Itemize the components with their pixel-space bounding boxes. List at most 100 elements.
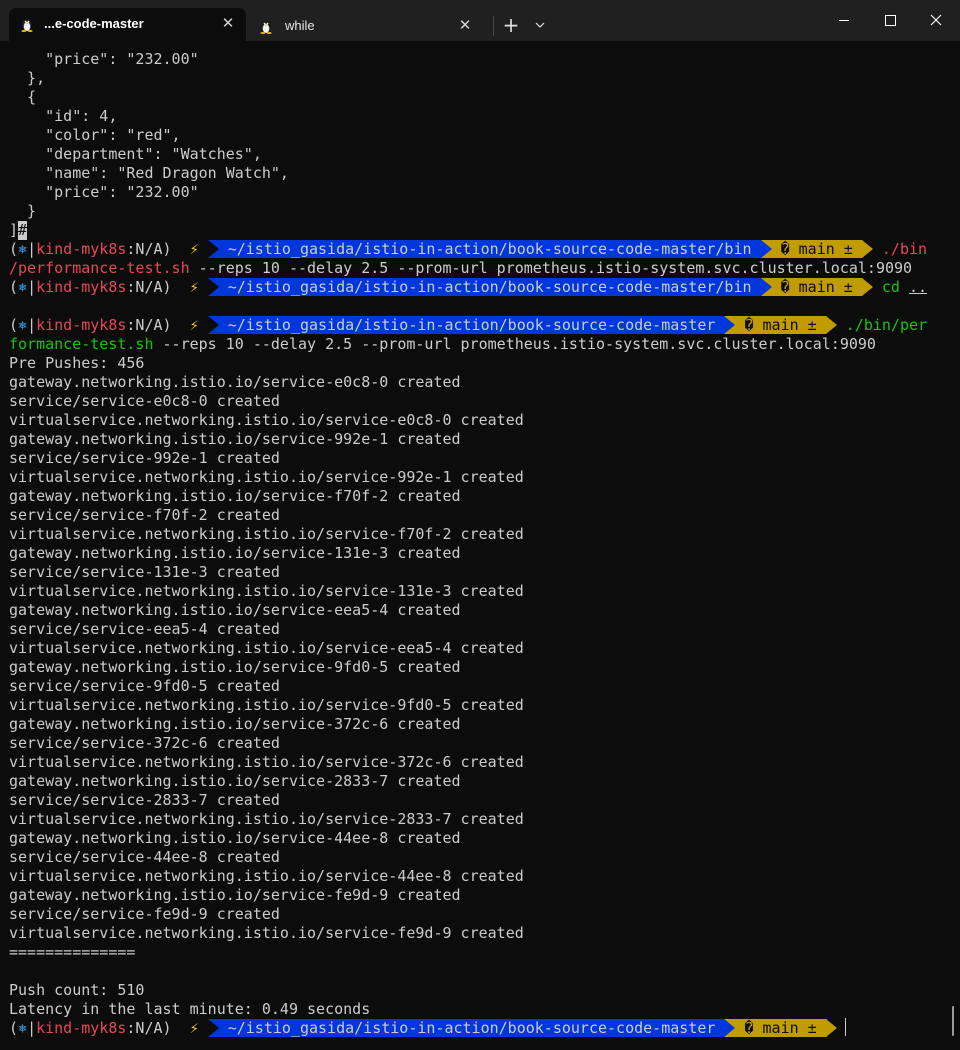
output-line: ============== [9, 943, 136, 961]
k8s-context: kind-myk8s [36, 1019, 127, 1037]
maximize-button[interactable] [867, 0, 913, 41]
command-text: cd [881, 278, 900, 296]
powerline-separator [207, 1019, 219, 1037]
lightning-icon: ⚡ [189, 316, 199, 334]
output-line: service/service-f70f-2 created [9, 506, 280, 524]
block-cursor: # [18, 221, 28, 240]
json-bracket: ] [9, 221, 19, 239]
json-line: ]# [9, 221, 28, 240]
git-branch: � main ± [735, 316, 826, 334]
command-args: .. [908, 278, 928, 296]
prompt-paren: ) [162, 316, 172, 334]
prompt-paren: ) [162, 240, 172, 258]
output-line: gateway.networking.istio.io/service-9fd0… [9, 658, 461, 676]
command-text: /performance-test.sh [9, 259, 190, 277]
k8s-context: kind-myk8s [36, 278, 127, 296]
output-line: virtualservice.networking.istio.io/servi… [9, 525, 524, 543]
prompt-line: (⎈|kind-myk8s:N/A) ⚡ ~/istio_gasida/isti… [9, 316, 928, 334]
chevron-down-icon [535, 22, 545, 28]
output-line: gateway.networking.istio.io/service-992e… [9, 430, 461, 448]
prompt-line: (⎈|kind-myk8s:N/A) ⚡ ~/istio_gasida/isti… [9, 1019, 837, 1038]
output-line: Latency in the last minute: 0.49 seconds [9, 1000, 371, 1018]
lightning-icon: ⚡ [189, 278, 199, 296]
json-line: "color": "red", [9, 126, 181, 144]
powerline-separator [724, 1019, 736, 1037]
json-line: { [9, 88, 37, 106]
maximize-icon [885, 15, 896, 26]
k8s-namespace: :N/A [126, 278, 163, 296]
json-line: "department": "Watches", [9, 145, 262, 163]
command-line: formance-test.sh --reps 10 --delay 2.5 -… [9, 335, 876, 354]
output-line: service/service-44ee-8 created [9, 848, 280, 866]
output-line: gateway.networking.istio.io/service-44ee… [9, 829, 461, 847]
powerline-separator [207, 316, 219, 334]
output-line: service/service-9fd0-5 created [9, 677, 280, 695]
text-cursor [845, 1018, 846, 1036]
output-line: service/service-131e-3 created [9, 563, 280, 581]
command-args: --reps 10 --delay 2.5 --prom-url prometh… [153, 335, 876, 353]
lightning-icon: ⚡ [189, 240, 199, 258]
output-line: gateway.networking.istio.io/service-372c… [9, 715, 461, 733]
command-text: ./bin/per [845, 316, 928, 334]
tab-dropdown-button[interactable] [529, 13, 551, 37]
kubernetes-icon: ⎈ [18, 316, 28, 334]
tab-close-icon[interactable]: ✕ [220, 16, 236, 32]
json-line: "price": "232.00" [9, 183, 199, 201]
output-line: service/service-372c-6 created [9, 734, 280, 752]
command-text: ./bin [881, 240, 928, 258]
close-window-button[interactable] [913, 0, 959, 41]
output-line: virtualservice.networking.istio.io/servi… [9, 696, 524, 714]
title-bar: ...e-code-master ✕ while ✕ + [0, 0, 960, 41]
output-line: service/service-2833-7 created [9, 791, 280, 809]
output-line: service/service-e0c8-0 created [9, 392, 280, 410]
kubernetes-icon: ⎈ [18, 278, 28, 296]
output-line: gateway.networking.istio.io/service-fe9d… [9, 886, 461, 904]
output-line: gateway.networking.istio.io/service-2833… [9, 772, 461, 790]
output-line: gateway.networking.istio.io/service-f70f… [9, 487, 461, 505]
close-icon [930, 14, 942, 26]
k8s-namespace: :N/A [126, 316, 163, 334]
prompt-path: ~/istio_gasida/istio-in-action/book-sour… [218, 316, 725, 334]
prompt-paren: ( [9, 1019, 19, 1037]
powerline-separator [861, 240, 873, 258]
terminal-output[interactable]: "price": "232.00" }, { "id": 4, "color":… [0, 41, 960, 1050]
output-line: gateway.networking.istio.io/service-e0c8… [9, 373, 461, 391]
k8s-context: kind-myk8s [36, 240, 127, 258]
tab-while[interactable]: while ✕ [249, 8, 483, 41]
output-line: service/service-992e-1 created [9, 449, 280, 467]
lightning-icon: ⚡ [189, 1019, 199, 1037]
output-line: gateway.networking.istio.io/service-131e… [9, 544, 461, 562]
output-line: service/service-fe9d-9 created [9, 905, 280, 923]
output-line: virtualservice.networking.istio.io/servi… [9, 468, 524, 486]
tab-divider [493, 16, 494, 36]
powerline-separator [825, 1019, 837, 1037]
prompt-paren: ( [9, 240, 19, 258]
git-branch: � main ± [735, 1019, 826, 1037]
prompt-path: ~/istio_gasida/istio-in-action/book-sour… [218, 278, 761, 296]
powerline-separator [207, 278, 219, 296]
output-line: Push count: 510 [9, 981, 145, 999]
output-line: virtualservice.networking.istio.io/servi… [9, 867, 524, 885]
scrollbar-thumb[interactable] [952, 1006, 954, 1036]
tab-title: ...e-code-master [44, 16, 144, 31]
tab-active[interactable]: ...e-code-master ✕ [9, 8, 246, 41]
new-tab-button[interactable]: + [499, 13, 523, 37]
json-line: "price": "232.00" [9, 50, 199, 68]
prompt-path: ~/istio_gasida/istio-in-action/book-sour… [218, 1019, 725, 1037]
output-line: gateway.networking.istio.io/service-eea5… [9, 601, 461, 619]
json-line: "id": 4, [9, 107, 118, 125]
output-line: virtualservice.networking.istio.io/servi… [9, 411, 524, 429]
prompt-line: (⎈|kind-myk8s:N/A) ⚡ ~/istio_gasida/isti… [9, 278, 928, 296]
prompt-paren: ( [9, 278, 19, 296]
powerline-separator [760, 240, 772, 258]
k8s-namespace: :N/A [126, 1019, 163, 1037]
powerline-separator [724, 316, 736, 334]
powerline-separator [760, 278, 772, 296]
output-line: virtualservice.networking.istio.io/servi… [9, 582, 524, 600]
prompt-paren: ) [162, 1019, 172, 1037]
prompt-paren: ) [162, 278, 172, 296]
tab-close-icon[interactable]: ✕ [457, 18, 473, 34]
powerline-separator [207, 240, 219, 258]
minimize-button[interactable] [821, 0, 867, 41]
linux-penguin-icon [21, 18, 33, 32]
